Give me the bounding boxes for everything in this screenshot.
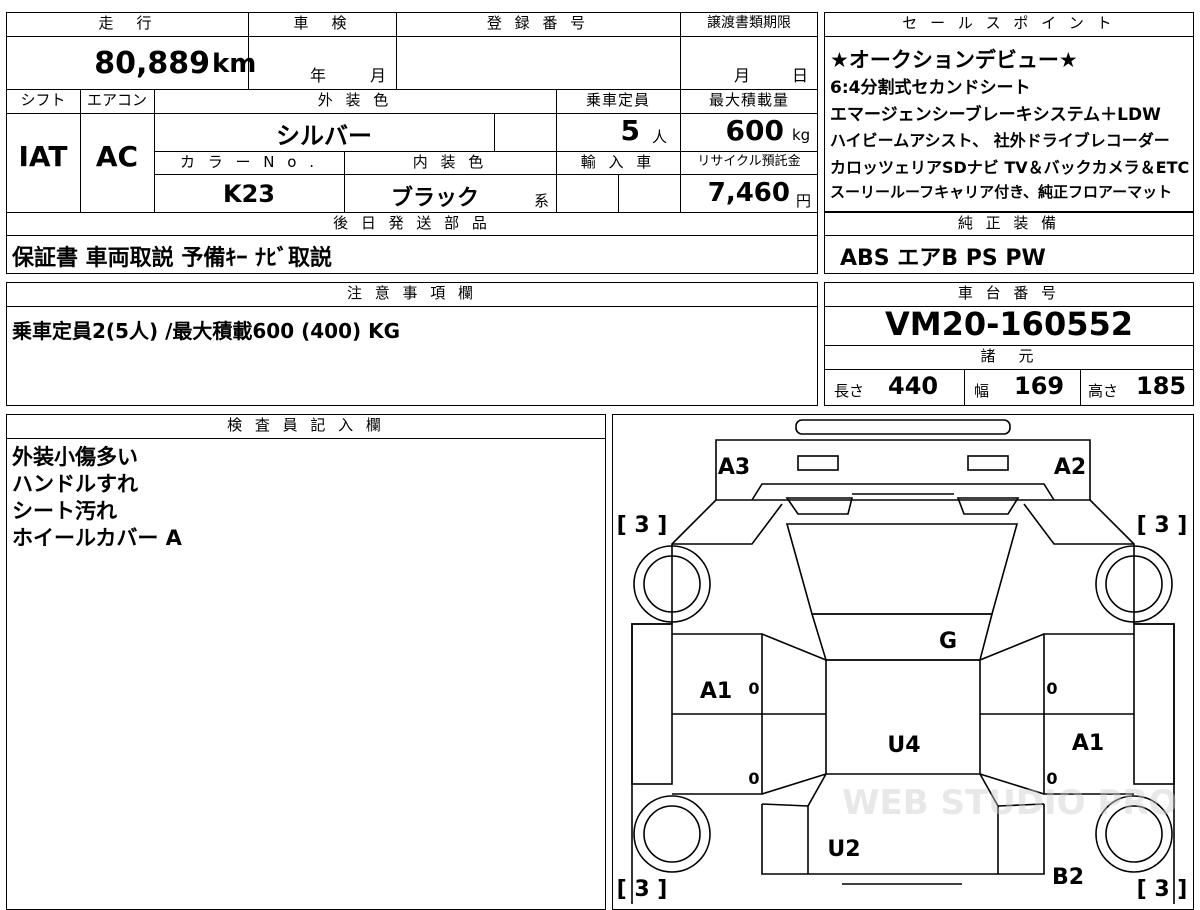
notes-value: 乗車定員2(5人) /最大積載600 (400) KG xyxy=(12,319,400,343)
mark-bracket-bottom-left: [ 3 ] xyxy=(617,877,668,902)
mark-rear-right: B2 xyxy=(1052,865,1084,890)
capacity-label: 乗車定員 xyxy=(585,91,650,109)
inspection-label: 車 検 xyxy=(293,14,351,32)
mark-bracket-bottom-right: [ 3 ] xyxy=(1137,877,1188,902)
mark-front-left: A3 xyxy=(718,455,750,480)
later-parts-value: 保証書 車両取説 予備ｷｰ ﾅﾋﾞ取説 xyxy=(12,246,332,271)
chassis-value: VM20-160552 xyxy=(884,305,1133,343)
aircon-value: AC xyxy=(95,140,139,173)
chassis-label: 車 台 番 号 xyxy=(957,284,1061,302)
width-value: 169 xyxy=(1014,372,1065,400)
inspector-note-3: シート汚れ xyxy=(12,499,117,523)
mark-zero-2: 0 xyxy=(748,769,759,788)
sales-point-6: スーリールーフキャリア付き、純正フロアーマット xyxy=(830,183,1173,201)
capacity-unit: 人 xyxy=(652,128,668,146)
mark-bracket-top-right: [ 3 ] xyxy=(1137,513,1188,538)
inspection-month: 月 xyxy=(370,66,387,85)
length-label: 長さ xyxy=(834,382,865,400)
sales-point-label: セ ー ル ス ポ イ ン ト xyxy=(902,14,1116,32)
mark-zero-3: 0 xyxy=(1046,679,1057,698)
inspector-note-2: ハンドルすれ xyxy=(12,472,138,496)
exterior-color-value: シルバー xyxy=(276,122,372,150)
interior-color-label: 内 装 色 xyxy=(412,153,488,171)
sales-point-5: カロッツェリアSDナビ TV＆バックカメラ＆ETC xyxy=(830,158,1190,177)
mark-windshield: G xyxy=(939,629,957,654)
shift-label: シフト xyxy=(20,91,66,109)
mark-front-right: A2 xyxy=(1054,455,1086,480)
specs-label: 諸 元 xyxy=(980,347,1038,365)
shift-value: IAT xyxy=(18,140,68,173)
watermark: WEB STUDIO PRO xyxy=(842,783,1177,823)
color-no-value: K23 xyxy=(223,180,275,208)
inspector-note-4: ホイールカバー A xyxy=(12,526,182,550)
notes-label: 注 意 事 項 欄 xyxy=(346,284,478,302)
width-label: 幅 xyxy=(974,382,990,400)
aircon-label: エアコン xyxy=(86,91,147,109)
length-value: 440 xyxy=(888,372,939,400)
genuine-equipment-value: ABS エアB PS PW xyxy=(840,246,1046,271)
transfer-deadline-label: 譲渡書類期限 xyxy=(707,15,791,31)
recycle-label: リサイクル預託金 xyxy=(697,154,801,169)
recycle-fee-unit: 円 xyxy=(796,192,812,210)
color-no-label: カ ラ ー N o . xyxy=(179,153,318,171)
registration-label: 登 録 番 号 xyxy=(486,14,590,32)
mileage-number: 80,889 xyxy=(94,46,210,81)
transfer-day: 日 xyxy=(792,66,809,85)
mark-left-door: A1 xyxy=(700,679,732,704)
later-parts-label: 後 日 発 送 部 品 xyxy=(333,214,491,232)
sales-point-2: 6:4分割式セカンドシート xyxy=(830,78,1031,98)
mark-rear-body: U2 xyxy=(827,837,860,862)
exterior-color-label: 外 装 色 xyxy=(317,91,393,109)
mark-right-door: A1 xyxy=(1072,731,1104,756)
import-label: 輸 入 車 xyxy=(580,153,656,171)
mark-zero-1: 0 xyxy=(748,679,759,698)
max-load-unit: kg xyxy=(792,126,811,144)
inspection-year: 年 xyxy=(310,66,327,85)
interior-color-suffix: 系 xyxy=(534,192,550,210)
recycle-fee-value: 7,460 xyxy=(707,178,790,208)
interior-color-value: ブラック xyxy=(390,186,479,211)
max-load-value: 600 xyxy=(725,114,784,147)
inspector-label: 検 査 員 記 入 欄 xyxy=(227,416,385,434)
inspector-note-1: 外装小傷多い xyxy=(12,445,138,469)
mark-bracket-top-left: [ 3 ] xyxy=(617,513,668,538)
max-load-label: 最大積載量 xyxy=(708,91,789,109)
height-value: 185 xyxy=(1136,372,1187,400)
genuine-equipment-label: 純 正 装 備 xyxy=(957,214,1061,232)
mark-roof: U4 xyxy=(887,733,920,758)
mileage-value: 80,889 xyxy=(10,42,210,86)
sales-point-1: ★オークションデビュー★ xyxy=(830,48,1078,72)
sales-point-4: ハイビームアシスト、 社外ドライブレコーダー xyxy=(830,131,1170,150)
car-damage-diagram: A3 A2 [ 3 ] [ 3 ] [ 3 ] [ 3 ] G A1 A1 U4… xyxy=(617,419,1188,904)
mileage-label: 走 行 xyxy=(98,14,156,32)
height-label: 高さ xyxy=(1088,382,1119,400)
mileage-unit: km xyxy=(212,49,257,79)
sales-point-3: エマージェンシーブレーキシステム＋LDW xyxy=(830,105,1161,125)
transfer-month: 月 xyxy=(734,66,751,85)
capacity-value: 5 xyxy=(620,114,640,147)
